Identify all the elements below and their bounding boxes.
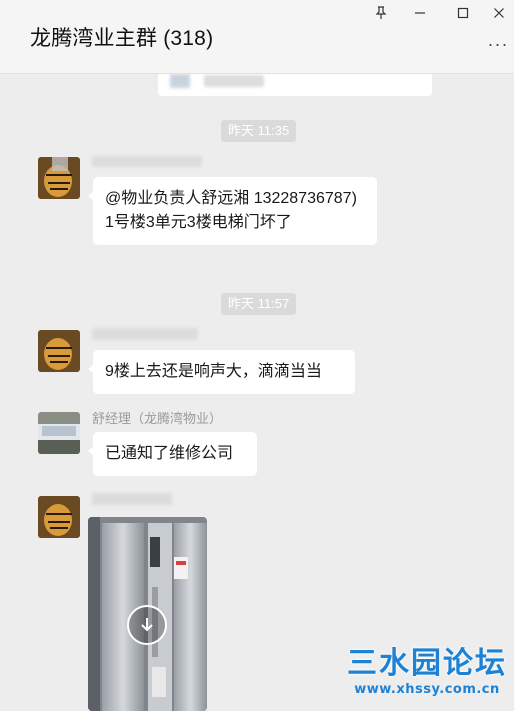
blurred-sender-name	[92, 328, 198, 340]
download-icon	[141, 618, 153, 632]
title-bar: 龙腾湾业主群 (318) ···	[0, 0, 514, 74]
sender-name: 舒经理（龙腾湾物业）	[92, 411, 223, 426]
maximize-button[interactable]	[448, 2, 478, 24]
video-message[interactable]	[88, 517, 207, 711]
pin-button[interactable]	[366, 2, 396, 24]
close-button[interactable]	[484, 2, 514, 24]
message-bubble[interactable]: @物业负责人舒远湘 13228736787) 1号楼3单元3楼电梯门坏了	[88, 177, 377, 245]
pin-icon	[375, 6, 387, 19]
chat-message-list[interactable]: 昨天 11:35 @物业负责人舒远湘 13228736787) 1号楼3单元3楼…	[0, 74, 514, 711]
message-timestamp: 昨天 11:35	[221, 120, 297, 142]
avatar-tiger-image	[38, 157, 80, 199]
blurred-thumbnail	[170, 74, 190, 88]
watermark-url: www.xhssy.com.cn	[354, 682, 500, 697]
avatar-tiger-image	[38, 330, 80, 372]
more-options-button[interactable]: ···	[486, 33, 510, 54]
blurred-sender-name	[92, 156, 202, 167]
previous-message-card[interactable]	[158, 74, 432, 96]
avatar-tiger-image	[38, 496, 80, 538]
forum-watermark: 三水园论坛 www.xhssy.com.cn	[342, 646, 512, 708]
avatar[interactable]	[38, 412, 80, 454]
avatar[interactable]	[38, 330, 80, 372]
download-button[interactable]	[127, 605, 167, 645]
message-bubble[interactable]: 9楼上去还是响声大，滴滴当当	[88, 350, 355, 394]
minimize-icon	[415, 12, 425, 14]
blurred-text	[204, 75, 264, 87]
message-bubble[interactable]: 已通知了维修公司	[88, 432, 257, 476]
more-icon: ···	[487, 33, 509, 54]
minimize-button[interactable]	[405, 2, 435, 24]
message-timestamp: 昨天 11:57	[221, 293, 297, 315]
avatar[interactable]	[38, 496, 80, 538]
blurred-sender-name	[92, 493, 172, 505]
chat-title: 龙腾湾业主群 (318)	[30, 27, 214, 50]
watermark-title: 三水园论坛	[347, 646, 507, 681]
close-icon	[494, 8, 504, 18]
maximize-icon	[457, 7, 469, 19]
avatar-room-image	[38, 412, 80, 454]
avatar[interactable]	[38, 157, 80, 199]
